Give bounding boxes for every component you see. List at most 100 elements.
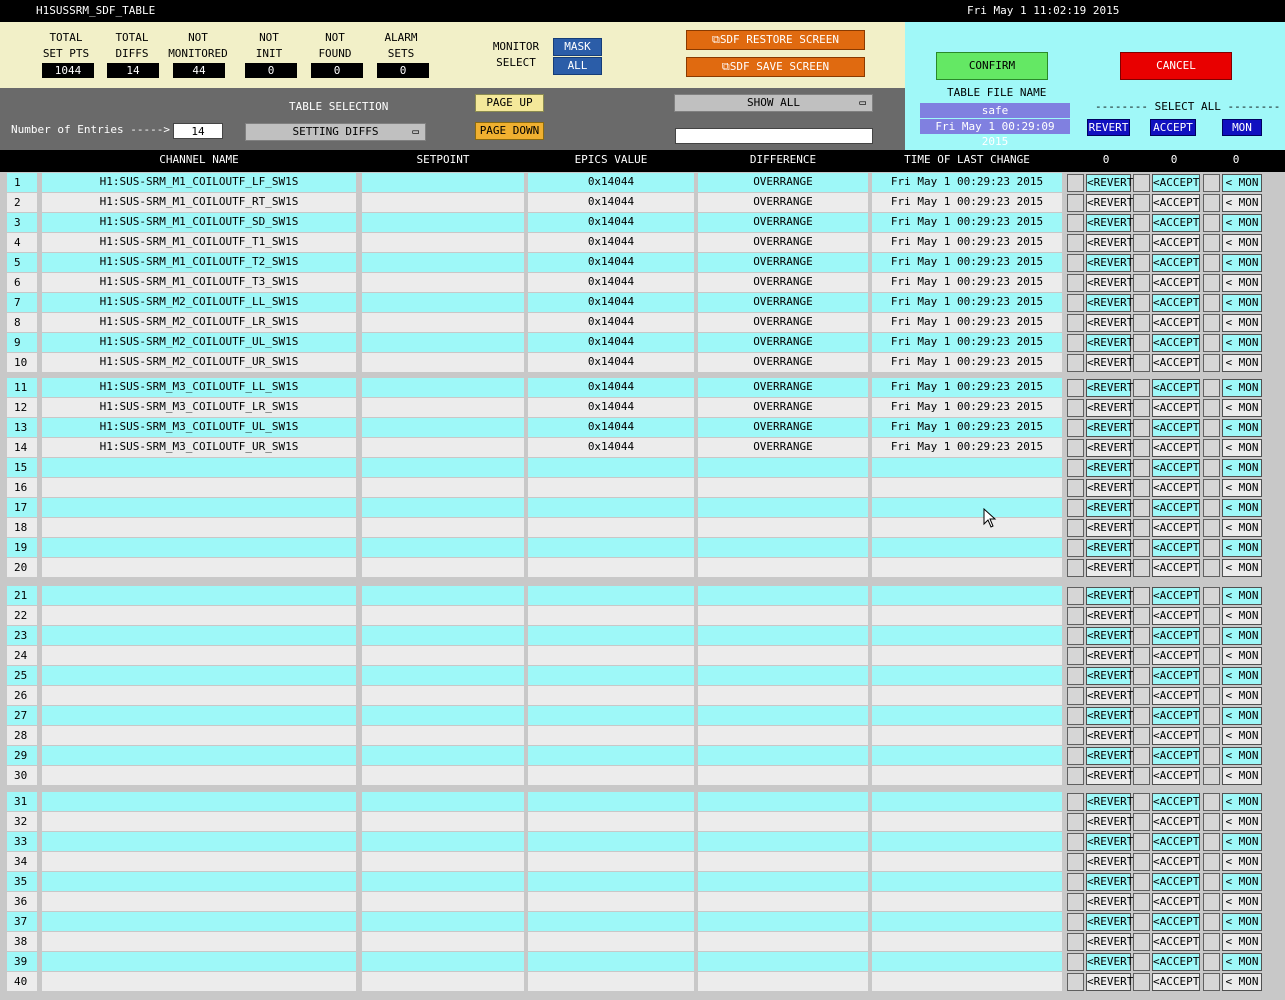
mon-checkbox[interactable] xyxy=(1203,539,1220,557)
revert-button[interactable]: <REVERT xyxy=(1086,439,1133,457)
accept-button[interactable]: <ACCEPT xyxy=(1152,459,1200,477)
revert-button[interactable]: <REVERT xyxy=(1086,747,1133,765)
revert-checkbox[interactable] xyxy=(1067,853,1084,871)
accept-button[interactable]: <ACCEPT xyxy=(1152,559,1200,577)
accept-button[interactable]: <ACCEPT xyxy=(1152,539,1200,557)
mon-checkbox[interactable] xyxy=(1203,933,1220,951)
accept-checkbox[interactable] xyxy=(1133,893,1150,911)
mon-checkbox[interactable] xyxy=(1203,587,1220,605)
revert-button[interactable]: <REVERT xyxy=(1086,254,1133,272)
mon-checkbox[interactable] xyxy=(1203,747,1220,765)
revert-button[interactable]: <REVERT xyxy=(1086,399,1133,417)
accept-button[interactable]: <ACCEPT xyxy=(1152,294,1200,312)
revert-button[interactable]: <REVERT xyxy=(1086,707,1133,725)
revert-button[interactable]: <REVERT xyxy=(1086,913,1133,931)
revert-button[interactable]: <REVERT xyxy=(1086,539,1133,557)
accept-checkbox[interactable] xyxy=(1133,399,1150,417)
revert-checkbox[interactable] xyxy=(1067,813,1084,831)
revert-button[interactable]: <REVERT xyxy=(1086,727,1133,745)
revert-checkbox[interactable] xyxy=(1067,767,1084,785)
mon-button[interactable]: < MON xyxy=(1222,647,1262,665)
accept-checkbox[interactable] xyxy=(1133,767,1150,785)
accept-checkbox[interactable] xyxy=(1133,687,1150,705)
accept-checkbox[interactable] xyxy=(1133,214,1150,232)
accept-checkbox[interactable] xyxy=(1133,873,1150,891)
mon-button[interactable]: < MON xyxy=(1222,379,1262,397)
revert-checkbox[interactable] xyxy=(1067,873,1084,891)
mon-checkbox[interactable] xyxy=(1203,767,1220,785)
mon-button[interactable]: < MON xyxy=(1222,833,1262,851)
accept-button[interactable]: <ACCEPT xyxy=(1152,214,1200,232)
accept-checkbox[interactable] xyxy=(1133,973,1150,991)
revert-checkbox[interactable] xyxy=(1067,519,1084,537)
revert-checkbox[interactable] xyxy=(1067,793,1084,811)
accept-button[interactable]: <ACCEPT xyxy=(1152,647,1200,665)
revert-checkbox[interactable] xyxy=(1067,953,1084,971)
accept-checkbox[interactable] xyxy=(1133,727,1150,745)
mon-checkbox[interactable] xyxy=(1203,214,1220,232)
accept-button[interactable]: <ACCEPT xyxy=(1152,727,1200,745)
revert-button[interactable]: <REVERT xyxy=(1086,519,1133,537)
revert-checkbox[interactable] xyxy=(1067,194,1084,212)
revert-checkbox[interactable] xyxy=(1067,973,1084,991)
mon-button[interactable]: < MON xyxy=(1222,933,1262,951)
mon-button[interactable]: < MON xyxy=(1222,419,1262,437)
accept-checkbox[interactable] xyxy=(1133,254,1150,272)
accept-button[interactable]: <ACCEPT xyxy=(1152,479,1200,497)
sdf-restore-button[interactable]: ⧉SDF RESTORE SCREEN xyxy=(686,30,865,50)
revert-checkbox[interactable] xyxy=(1067,254,1084,272)
accept-button[interactable]: <ACCEPT xyxy=(1152,953,1200,971)
mon-checkbox[interactable] xyxy=(1203,687,1220,705)
mon-button[interactable]: < MON xyxy=(1222,234,1262,252)
mon-button[interactable]: < MON xyxy=(1222,627,1262,645)
revert-checkbox[interactable] xyxy=(1067,354,1084,372)
mon-button[interactable]: < MON xyxy=(1222,294,1262,312)
mon-checkbox[interactable] xyxy=(1203,627,1220,645)
accept-checkbox[interactable] xyxy=(1133,379,1150,397)
revert-checkbox[interactable] xyxy=(1067,539,1084,557)
mon-checkbox[interactable] xyxy=(1203,379,1220,397)
confirm-button[interactable]: CONFIRM xyxy=(936,52,1048,80)
mon-button[interactable]: < MON xyxy=(1222,953,1262,971)
accept-checkbox[interactable] xyxy=(1133,667,1150,685)
mon-checkbox[interactable] xyxy=(1203,667,1220,685)
mon-button[interactable]: < MON xyxy=(1222,667,1262,685)
revert-button[interactable]: <REVERT xyxy=(1086,853,1133,871)
revert-checkbox[interactable] xyxy=(1067,707,1084,725)
revert-button[interactable]: <REVERT xyxy=(1086,294,1133,312)
accept-checkbox[interactable] xyxy=(1133,439,1150,457)
revert-button[interactable]: <REVERT xyxy=(1086,459,1133,477)
accept-button[interactable]: <ACCEPT xyxy=(1152,767,1200,785)
mon-checkbox[interactable] xyxy=(1203,499,1220,517)
mon-button[interactable]: < MON xyxy=(1222,893,1262,911)
accept-checkbox[interactable] xyxy=(1133,913,1150,931)
revert-button[interactable]: <REVERT xyxy=(1086,813,1133,831)
mon-checkbox[interactable] xyxy=(1203,853,1220,871)
revert-button[interactable]: <REVERT xyxy=(1086,933,1133,951)
accept-checkbox[interactable] xyxy=(1133,707,1150,725)
mon-checkbox[interactable] xyxy=(1203,519,1220,537)
revert-checkbox[interactable] xyxy=(1067,294,1084,312)
mon-button[interactable]: < MON xyxy=(1222,334,1262,352)
revert-button[interactable]: <REVERT xyxy=(1086,214,1133,232)
mon-button[interactable]: < MON xyxy=(1222,973,1262,991)
revert-button[interactable]: <REVERT xyxy=(1086,973,1133,991)
mon-checkbox[interactable] xyxy=(1203,893,1220,911)
accept-button[interactable]: <ACCEPT xyxy=(1152,354,1200,372)
revert-checkbox[interactable] xyxy=(1067,274,1084,292)
accept-checkbox[interactable] xyxy=(1133,499,1150,517)
revert-checkbox[interactable] xyxy=(1067,439,1084,457)
mon-checkbox[interactable] xyxy=(1203,174,1220,192)
revert-button[interactable]: <REVERT xyxy=(1086,194,1133,212)
revert-button[interactable]: <REVERT xyxy=(1086,687,1133,705)
all-button[interactable]: ALL xyxy=(553,57,602,75)
mon-checkbox[interactable] xyxy=(1203,973,1220,991)
mon-checkbox[interactable] xyxy=(1203,953,1220,971)
mon-checkbox[interactable] xyxy=(1203,833,1220,851)
revert-checkbox[interactable] xyxy=(1067,559,1084,577)
revert-button[interactable]: <REVERT xyxy=(1086,174,1133,192)
mon-button[interactable]: < MON xyxy=(1222,254,1262,272)
filter-input[interactable] xyxy=(675,128,873,144)
revert-checkbox[interactable] xyxy=(1067,893,1084,911)
mon-checkbox[interactable] xyxy=(1203,234,1220,252)
